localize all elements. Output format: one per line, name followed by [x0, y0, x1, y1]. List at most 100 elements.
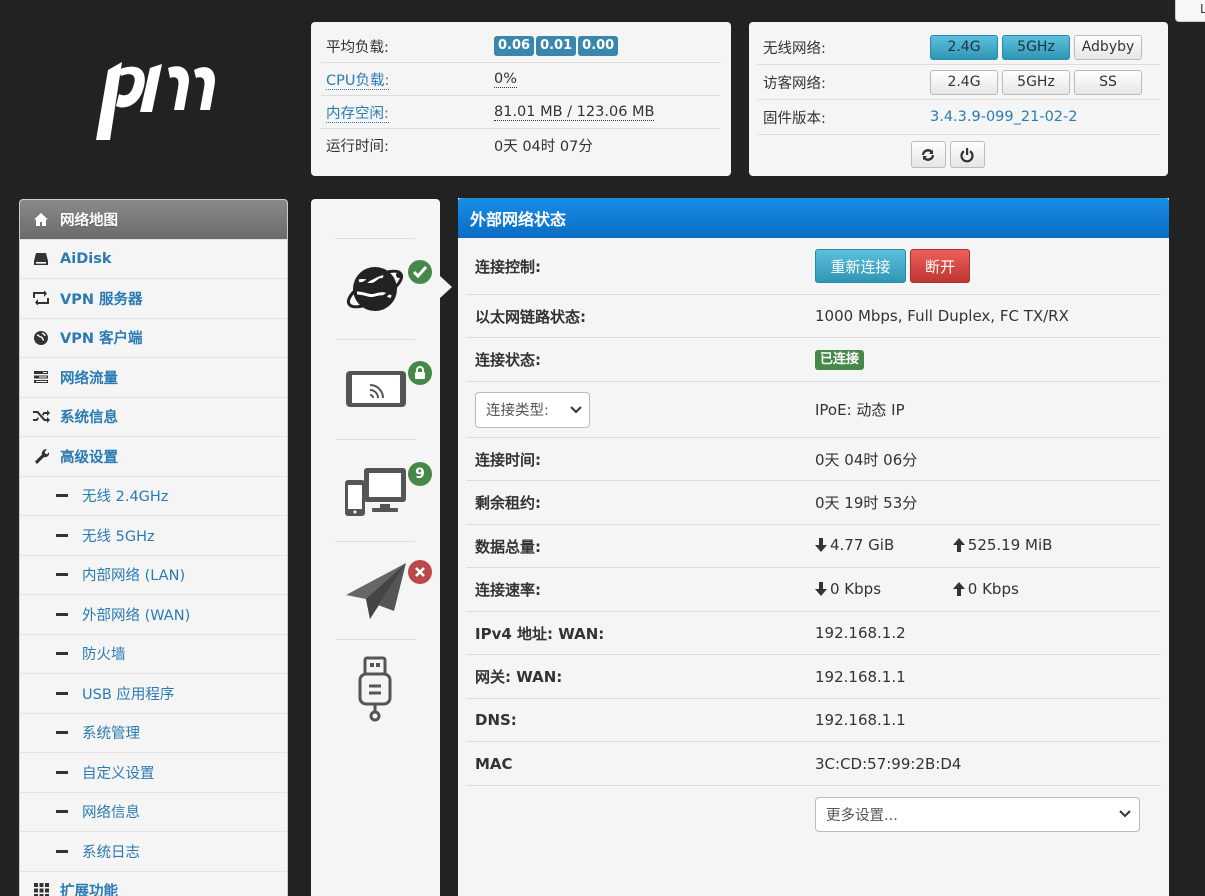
sidebar-sub-label: 无线 5GHz	[82, 528, 155, 545]
wan-status-panel: 外部网络状态 连接控制: 重新连接 断开 以太网链路状态: 1000 Mbps, …	[458, 198, 1169, 896]
wireless-status-button[interactable]	[344, 369, 408, 413]
lease-value: 0天 19时 53分	[815, 494, 918, 512]
sidebar-item-vpn-server[interactable]: VPN 服务器	[20, 279, 287, 319]
wireless-2g-toggle[interactable]: 2.4G	[930, 34, 998, 60]
sidebar-sub-custom[interactable]: 自定义设置	[20, 753, 287, 793]
lease-row: 剩余租约: 0天 19时 53分	[466, 481, 1161, 525]
sidebar-item-extensions[interactable]: 扩展功能	[20, 872, 287, 896]
reconnect-button[interactable]: 重新连接	[815, 249, 906, 283]
sidebar-item-label: AiDisk	[60, 250, 112, 267]
wireless-panel: 无线网络: 2.4G 5GHz Adbyby 访客网络: 2.4G 5GHz S…	[749, 22, 1168, 176]
home-icon	[32, 210, 50, 228]
firmware-label: 固件版本:	[763, 110, 826, 127]
arrow-up-icon	[952, 581, 965, 596]
guest-5g-toggle[interactable]: 5GHz	[1002, 69, 1070, 95]
total-download-value: 4.77 GiB	[830, 536, 895, 554]
system-info-panel: 平均负载: 0.06 0.01 0.00 CPU负载: 0% 内存空闲: 81.01…	[311, 22, 731, 176]
disconnect-button[interactable]: 断开	[910, 249, 970, 283]
cpu-load-value: 0%	[494, 71, 518, 88]
status-icon-column: 9	[311, 199, 440, 896]
dash-icon	[56, 691, 68, 695]
connection-type-select[interactable]: 连接类型:	[475, 391, 590, 428]
clients-count-badge: 9	[408, 462, 432, 486]
x-icon	[415, 567, 425, 577]
clients-status-button[interactable]	[344, 466, 408, 522]
dash-icon	[56, 731, 68, 735]
sidebar-sub-label: 外部网络 (WAN)	[82, 607, 191, 624]
sidebar-item-aidisk[interactable]: AiDisk	[20, 240, 287, 279]
wifi-tablet-icon	[346, 371, 406, 407]
sidebar: 网络地图 AiDisk VPN 服务器 VPN 客户端 网络流量 系统信息 高级…	[19, 199, 288, 896]
wireless-5g-toggle[interactable]: 5GHz	[1002, 34, 1070, 60]
ss-toggle[interactable]: SS	[1074, 69, 1142, 95]
dns-value: 192.168.1.1	[815, 711, 906, 729]
sidebar-item-advanced[interactable]: 高级设置	[20, 437, 287, 477]
ethernet-row: 以太网链路状态: 1000 Mbps, Full Duplex, FC TX/R…	[466, 295, 1161, 338]
power-buttons	[757, 135, 1160, 168]
usb-icon	[358, 656, 392, 722]
mac-row: MAC 3C:CD:57:99:2B:D4	[466, 742, 1161, 786]
dash-icon	[56, 849, 68, 853]
gateway-value: 192.168.1.1	[815, 667, 906, 686]
sidebar-sub-label: 网络信息	[82, 805, 140, 822]
connection-time-value: 0天 04时 06分	[815, 450, 918, 469]
gateway-row: 网关: WAN: 192.168.1.1	[466, 655, 1161, 699]
guest-row: 访客网络: 2.4G 5GHz SS	[757, 65, 1160, 100]
check-icon	[413, 266, 427, 278]
corner-tab[interactable]: L	[1175, 0, 1205, 22]
load-label: 平均负载:	[326, 39, 389, 56]
divider	[335, 238, 415, 239]
gateway-label: 网关: WAN:	[475, 668, 563, 686]
sidebar-item-system-info[interactable]: 系统信息	[20, 398, 287, 437]
connection-state-row: 连接状态: 已连接	[466, 338, 1161, 382]
sidebar-sub-label: 无线 2.4GHz	[82, 489, 169, 506]
usb-status-button[interactable]	[357, 656, 393, 726]
vpn-error-badge	[408, 560, 432, 584]
sidebar-sub-usb-apps[interactable]: USB 应用程序	[20, 674, 287, 714]
retweet-icon	[32, 289, 50, 307]
uptime-row: 运行时间: 0天 04时 07分	[321, 129, 721, 162]
corner-tab-label: L	[1200, 2, 1205, 16]
guest-2g-toggle[interactable]: 2.4G	[930, 69, 998, 95]
sidebar-sub-wan[interactable]: 外部网络 (WAN)	[20, 595, 287, 635]
wireless-row: 无线网络: 2.4G 5GHz Adbyby	[757, 30, 1160, 65]
more-settings-select[interactable]: 更多设置...	[815, 796, 1140, 832]
wrench-icon	[32, 447, 50, 465]
sidebar-sub-wireless-5g[interactable]: 无线 5GHz	[20, 516, 287, 556]
adbyby-toggle[interactable]: Adbyby	[1074, 34, 1142, 60]
rate-upload-value: 0 Kbps	[967, 579, 1019, 598]
internet-status-button[interactable]	[343, 257, 407, 325]
sidebar-sub-firewall[interactable]: 防火墙	[20, 635, 287, 674]
sidebar-sub-wireless-2g[interactable]: 无线 2.4GHz	[20, 477, 287, 516]
power-icon	[960, 147, 974, 162]
control-row: 连接控制: 重新连接 断开	[466, 238, 1161, 295]
dash-icon	[56, 573, 68, 577]
sidebar-sub-network-info[interactable]: 网络信息	[20, 793, 287, 832]
connection-state-label: 连接状态:	[475, 351, 541, 369]
total-upload-value: 525.19 MiB	[967, 536, 1053, 554]
more-settings-select-label: 更多设置...	[826, 807, 898, 824]
cpu-load-link[interactable]: CPU负载:	[326, 72, 390, 90]
cpu-row: CPU负载: 0%	[321, 63, 721, 96]
sidebar-sub-syslog[interactable]: 系统日志	[20, 832, 287, 872]
chevron-down-icon	[1119, 810, 1131, 818]
reboot-button[interactable]	[910, 141, 946, 168]
paper-plane-icon	[346, 563, 406, 619]
sidebar-item-traffic[interactable]: 网络流量	[20, 358, 287, 398]
panel-title: 外部网络状态	[458, 198, 1169, 238]
firmware-version-link[interactable]: 3.4.3.9-099_21-02-2	[930, 109, 1077, 125]
mac-label: MAC	[475, 754, 513, 773]
divider	[335, 541, 415, 542]
dash-icon	[56, 810, 68, 814]
sidebar-sub-admin[interactable]: 系统管理	[20, 714, 287, 753]
more-settings-row: 更多设置...	[466, 786, 1161, 842]
shutdown-button[interactable]	[949, 141, 985, 168]
sidebar-sub-lan[interactable]: 内部网络 (LAN)	[20, 556, 287, 595]
sidebar-item-vpn-client[interactable]: VPN 客户端	[20, 319, 287, 358]
wireless-lock-badge	[408, 361, 432, 385]
selection-pointer	[440, 276, 452, 298]
vpn-status-button[interactable]	[344, 561, 408, 625]
memory-free-link[interactable]: 内存空闲:	[326, 105, 389, 123]
wireless-label: 无线网络:	[763, 40, 826, 57]
sidebar-item-network-map[interactable]: 网络地图	[20, 200, 287, 240]
